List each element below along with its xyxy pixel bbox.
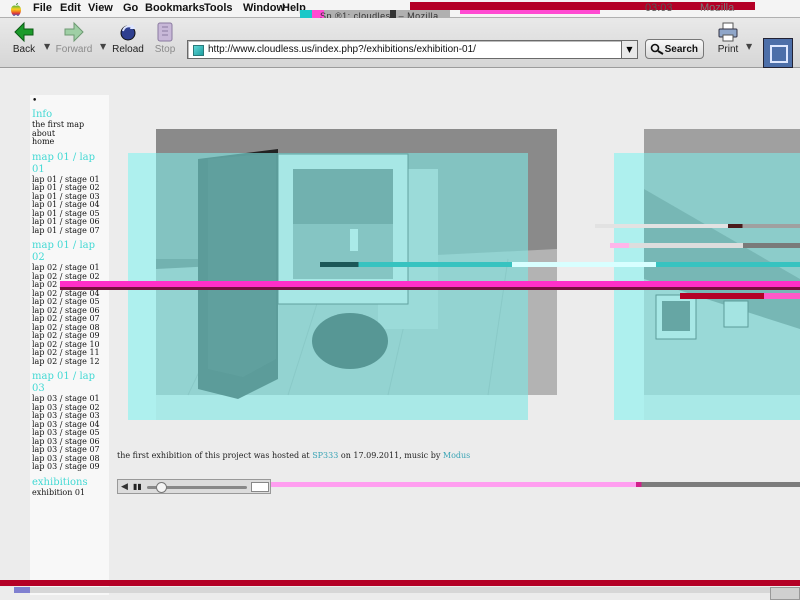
page-content: • Info the first map about home map 01 /… bbox=[0, 69, 800, 600]
sidebar-navigation: • Info the first map about home map 01 /… bbox=[30, 95, 109, 595]
sidebar-link-lap03-stage09[interactable]: lap 03 / stage 09 bbox=[32, 462, 109, 472]
sidebar-link-exhibition01[interactable]: exhibition 01 bbox=[32, 488, 109, 498]
exhibition-photo-secondary[interactable] bbox=[614, 129, 800, 420]
exhibition-photo-main[interactable] bbox=[128, 129, 557, 420]
stop-label: Stop bbox=[154, 44, 176, 55]
menu-view[interactable]: View bbox=[88, 2, 113, 14]
menu-bookmarks[interactable]: Bookmarks bbox=[145, 2, 205, 14]
glitch-band bbox=[595, 224, 800, 228]
audio-progress-thumb[interactable] bbox=[156, 482, 167, 493]
menu-window[interactable]: Window bbox=[243, 2, 285, 14]
caption-text: the first exhibition of this project was… bbox=[117, 451, 313, 460]
search-icon bbox=[650, 43, 665, 55]
resize-handle-icon[interactable] bbox=[770, 587, 800, 600]
sidebar-bullet: • bbox=[32, 96, 38, 106]
search-label: Search bbox=[664, 44, 698, 55]
print-button[interactable]: Print bbox=[712, 21, 744, 55]
sidebar-section-exhibitions: exhibitions bbox=[32, 476, 88, 488]
glitch-band bbox=[0, 580, 800, 586]
audio-player: ◀ ▮▮ bbox=[117, 479, 271, 494]
glitch-band bbox=[30, 587, 770, 593]
glitch-band bbox=[14, 587, 30, 593]
reload-icon bbox=[117, 21, 139, 43]
glitch-band bbox=[460, 10, 600, 14]
menu-go[interactable]: Go bbox=[123, 2, 138, 14]
artist-link[interactable]: Modus bbox=[443, 451, 470, 460]
glitch-band bbox=[271, 482, 800, 487]
back-history-dropdown-icon[interactable]: ▼ bbox=[44, 42, 50, 51]
stop-icon bbox=[154, 21, 176, 43]
stop-button[interactable]: Stop bbox=[143, 21, 187, 55]
audio-time-display bbox=[251, 482, 269, 492]
navigation-toolbar: Back ▼ Forward ▼ Reload Stop ▼ Search bbox=[0, 18, 800, 68]
sidebar-link-home[interactable]: home bbox=[32, 137, 109, 147]
menu-file[interactable]: File bbox=[33, 2, 52, 14]
forward-label: Forward bbox=[55, 44, 93, 55]
print-options-dropdown-icon[interactable]: ▼ bbox=[746, 42, 752, 51]
mozilla-throbber-icon[interactable] bbox=[763, 38, 793, 68]
back-label: Back bbox=[12, 44, 36, 55]
back-button[interactable]: Back bbox=[2, 21, 46, 55]
menu-clock: 03:03 bbox=[645, 2, 673, 14]
forward-arrow-icon bbox=[63, 21, 85, 43]
glitch-band bbox=[60, 287, 800, 290]
sidebar-link-lap01-stage07[interactable]: lap 01 / stage 07 bbox=[32, 226, 109, 236]
menu-bar: File Edit View Go Bookmarks Tools Window… bbox=[0, 0, 800, 21]
venue-link[interactable]: SP333 bbox=[312, 451, 338, 460]
volume-icon[interactable]: ◀ bbox=[121, 482, 131, 492]
printer-icon bbox=[717, 21, 739, 43]
menu-tools[interactable]: Tools bbox=[204, 2, 233, 14]
url-input[interactable] bbox=[208, 42, 618, 57]
sidebar-section-lap03: map 01 / lap 03 bbox=[32, 371, 96, 394]
apple-menu-icon[interactable] bbox=[10, 2, 22, 16]
page-icon bbox=[193, 45, 204, 56]
sidebar-section-lap02: map 01 / lap 02 bbox=[32, 240, 96, 263]
back-arrow-icon bbox=[13, 21, 35, 43]
pause-icon[interactable]: ▮▮ bbox=[133, 482, 143, 492]
caption-text: on 17.09.2011, music by bbox=[338, 451, 443, 460]
application-menu[interactable]: Mozilla bbox=[700, 2, 734, 14]
sidebar-link-lap02-stage12[interactable]: lap 02 / stage 12 bbox=[32, 357, 109, 367]
search-button[interactable]: Search bbox=[645, 39, 704, 59]
glitch-band bbox=[610, 243, 800, 248]
glitch-band bbox=[680, 293, 800, 299]
print-label: Print bbox=[717, 44, 739, 55]
url-bar[interactable]: ▼ bbox=[187, 40, 638, 59]
sidebar-section-lap01: map 01 / lap 01 bbox=[32, 151, 96, 175]
menu-edit[interactable]: Edit bbox=[60, 2, 81, 14]
url-history-dropdown-icon[interactable]: ▼ bbox=[621, 41, 637, 58]
reload-label: Reload bbox=[112, 44, 144, 55]
exhibition-caption: the first exhibition of this project was… bbox=[117, 451, 470, 460]
glitch-band bbox=[320, 262, 800, 267]
forward-button[interactable]: Forward bbox=[52, 21, 96, 55]
